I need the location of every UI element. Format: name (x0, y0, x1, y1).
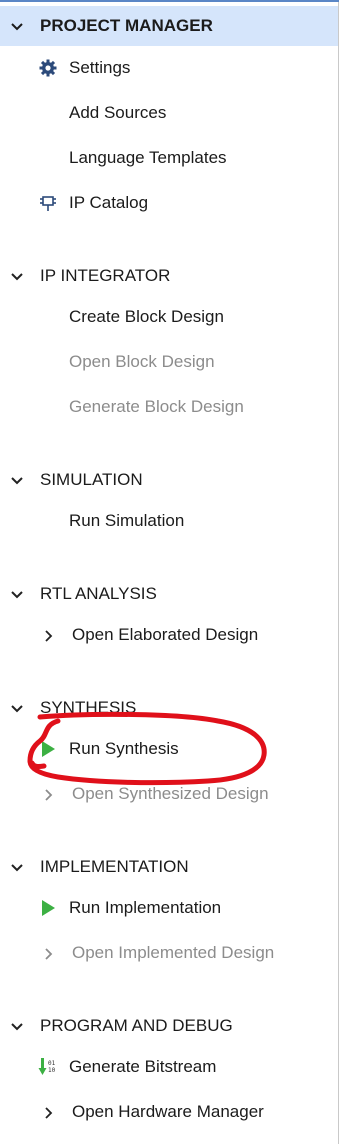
nav-item-label: Settings (69, 58, 131, 77)
nav-item-open-hardware-manager[interactable]: Open Hardware Manager (0, 1092, 338, 1132)
nav-item-run-synthesis[interactable]: Run Synthesis (0, 729, 338, 769)
nav-item-label: Open Synthesized Design (72, 784, 269, 803)
nav-item-label: Generate Block Design (69, 397, 244, 416)
section-synthesis[interactable]: SYNTHESIS (0, 688, 338, 728)
chevron-down-icon[interactable] (10, 19, 24, 33)
nav-item-language-templates[interactable]: Language Templates (0, 138, 338, 178)
section-project-manager[interactable]: PROJECT MANAGER (0, 6, 338, 46)
section-rtl-analysis[interactable]: RTL ANALYSIS (0, 574, 338, 614)
nav-item-label: Run Simulation (69, 511, 185, 530)
section-implementation[interactable]: IMPLEMENTATION (0, 847, 338, 887)
top-border (0, 0, 339, 2)
nav-item-open-synthesized-design: Open Synthesized Design (0, 774, 338, 814)
play-icon (38, 898, 58, 918)
section-program-and-debug[interactable]: PROGRAM AND DEBUG (0, 1006, 338, 1046)
section-title: RTL ANALYSIS (40, 584, 157, 603)
nav-item-run-implementation[interactable]: Run Implementation (0, 888, 338, 928)
section-title: SIMULATION (40, 470, 143, 489)
play-icon (38, 739, 58, 759)
bitstream-icon: 01 10 (38, 1057, 58, 1077)
chevron-right-icon[interactable] (44, 628, 54, 642)
svg-text:10: 10 (48, 1067, 56, 1074)
flow-navigator: PROJECT MANAGER Settings Add Sources Lan… (0, 0, 339, 1144)
chevron-down-icon[interactable] (10, 269, 24, 283)
nav-item-open-implemented-design: Open Implemented Design (0, 933, 338, 973)
nav-item-label: Run Synthesis (69, 739, 179, 758)
section-simulation[interactable]: SIMULATION (0, 460, 338, 500)
nav-item-open-elaborated-design[interactable]: Open Elaborated Design (0, 615, 338, 655)
chevron-down-icon[interactable] (10, 701, 24, 715)
chevron-down-icon[interactable] (10, 860, 24, 874)
nav-item-label: Create Block Design (69, 307, 224, 326)
nav-item-run-simulation[interactable]: Run Simulation (0, 501, 338, 541)
chevron-down-icon[interactable] (10, 473, 24, 487)
nav-item-label: Open Implemented Design (72, 943, 275, 962)
nav-item-label: Open Hardware Manager (72, 1102, 264, 1121)
svg-text:01: 01 (48, 1060, 56, 1067)
section-title: PROGRAM AND DEBUG (40, 1016, 233, 1035)
nav-item-label: Open Block Design (69, 352, 215, 371)
nav-item-generate-block-design: Generate Block Design (0, 387, 338, 427)
section-title: IMPLEMENTATION (40, 857, 189, 876)
nav-item-label: Generate Bitstream (69, 1057, 217, 1076)
section-title: SYNTHESIS (40, 698, 137, 717)
chevron-right-icon (44, 946, 54, 960)
chevron-right-icon (44, 787, 54, 801)
nav-item-add-sources[interactable]: Add Sources (0, 93, 338, 133)
chevron-right-icon[interactable] (44, 1105, 54, 1119)
nav-item-open-block-design: Open Block Design (0, 342, 338, 382)
section-title: PROJECT MANAGER (40, 16, 213, 35)
nav-item-create-block-design[interactable]: Create Block Design (0, 297, 338, 337)
gear-icon (38, 58, 58, 78)
nav-item-label: Open Elaborated Design (72, 625, 259, 644)
section-ip-integrator[interactable]: IP INTEGRATOR (0, 256, 338, 296)
chevron-down-icon[interactable] (10, 1019, 24, 1033)
nav-item-label: Language Templates (69, 148, 227, 167)
chevron-down-icon[interactable] (10, 587, 24, 601)
nav-item-generate-bitstream[interactable]: 01 10 Generate Bitstream (0, 1047, 338, 1087)
nav-item-label: IP Catalog (69, 193, 149, 212)
nav-item-settings[interactable]: Settings (0, 48, 338, 88)
section-title: IP INTEGRATOR (40, 266, 171, 285)
ip-plug-icon (38, 193, 58, 213)
nav-item-ip-catalog[interactable]: IP Catalog (0, 183, 338, 223)
nav-item-label: Run Implementation (69, 898, 222, 917)
nav-item-label: Add Sources (69, 103, 167, 122)
